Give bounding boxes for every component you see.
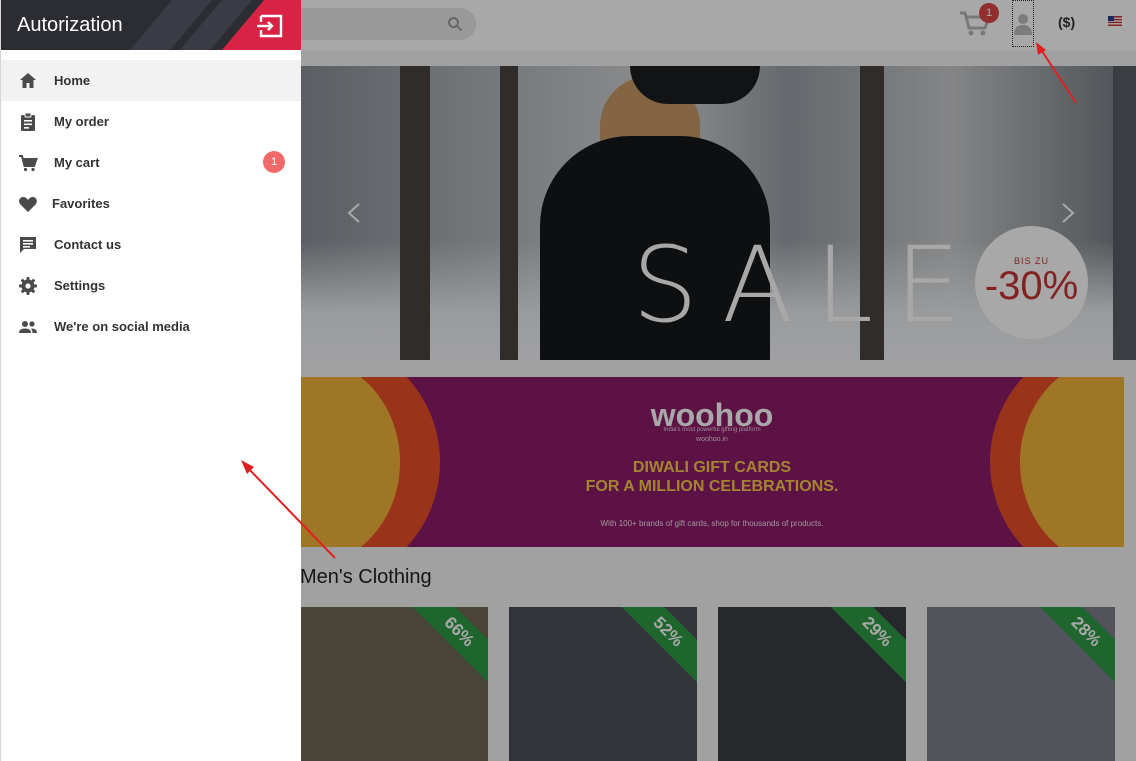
menu-item-label: We're on social media bbox=[54, 319, 190, 334]
drawer-menu: Home My order My cart 1 Favorites Contac… bbox=[1, 60, 301, 347]
clipboard-icon bbox=[21, 112, 35, 131]
chat-icon bbox=[20, 237, 36, 253]
menu-item-settings[interactable]: Settings bbox=[1, 265, 301, 306]
menu-item-label: Contact us bbox=[54, 237, 122, 252]
cart-badge: 1 bbox=[263, 151, 285, 173]
menu-item-label: My cart bbox=[54, 155, 100, 170]
menu-item-my-order[interactable]: My order bbox=[1, 101, 301, 142]
home-icon bbox=[20, 73, 36, 88]
heart-icon bbox=[19, 197, 37, 212]
cart-icon bbox=[19, 155, 38, 172]
drawer-header: Autorization bbox=[1, 0, 301, 50]
login-icon[interactable] bbox=[257, 12, 285, 40]
menu-item-label: My order bbox=[54, 114, 109, 129]
menu-item-label: Settings bbox=[54, 278, 106, 293]
menu-item-my-cart[interactable]: My cart 1 bbox=[1, 142, 301, 183]
side-drawer: Autorization Home My order My cart 1 Fav… bbox=[0, 0, 301, 761]
drawer-title: Autorization bbox=[17, 14, 123, 36]
people-icon bbox=[19, 321, 37, 333]
menu-item-favorites[interactable]: Favorites bbox=[1, 183, 301, 224]
menu-item-social-media[interactable]: We're on social media bbox=[1, 306, 301, 347]
menu-item-contact-us[interactable]: Contact us bbox=[1, 224, 301, 265]
menu-item-label: Favorites bbox=[52, 196, 110, 211]
menu-item-home[interactable]: Home bbox=[1, 60, 301, 101]
gear-icon bbox=[19, 277, 37, 295]
menu-item-label: Home bbox=[54, 73, 91, 88]
